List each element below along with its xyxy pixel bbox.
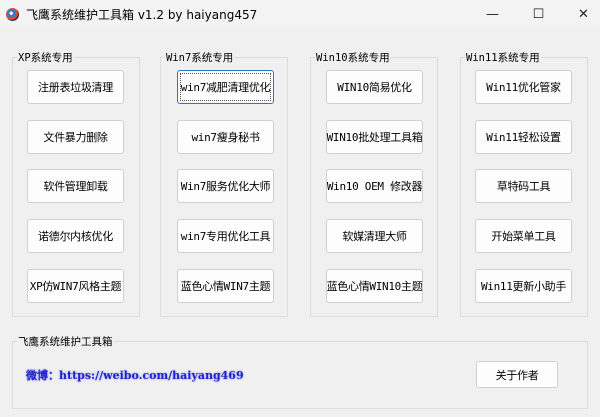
win10-tool-button[interactable]: WIN10简易优化 (326, 70, 423, 104)
minimize-button[interactable]: — (470, 0, 515, 28)
footer-group-label: 飞鹰系统维护工具箱 (17, 334, 114, 349)
win7-group-label: Win7系统专用 (165, 50, 235, 65)
xp-tool-button[interactable]: 软件管理卸载 (27, 169, 124, 204)
win7-tool-button[interactable]: win7瘦身秘书 (177, 119, 274, 154)
win11-tool-button[interactable]: Win11更新小助手 (475, 268, 572, 303)
close-button[interactable]: ✕ (561, 0, 600, 28)
xp-group-label: XP系统专用 (17, 50, 74, 65)
win10-tool-button[interactable]: WIN10批处理工具箱 (326, 119, 423, 154)
win11-tool-button[interactable]: Win11轻松设置 (475, 119, 572, 154)
win10-tool-button[interactable]: 软媒清理大师 (326, 219, 423, 254)
window-title: 飞鹰系统维护工具箱 v1.2 by haiyang457 (26, 7, 258, 22)
win10-tool-button[interactable]: Win10 OEM 修改器 (326, 169, 423, 204)
win10-tool-button[interactable]: 蓝色心情WIN10主题 (326, 268, 423, 303)
win7-tool-button[interactable]: 蓝色心情WIN7主题 (177, 268, 274, 303)
win7-tool-button[interactable]: win7专用优化工具 (177, 219, 274, 254)
weibo-link[interactable]: 微博：https://weibo.com/haiyang469 (26, 367, 244, 383)
win7-tool-button[interactable]: Win7服务优化大师 (177, 169, 274, 204)
win11-tool-button[interactable]: Win11优化管家 (475, 70, 572, 104)
app-icon (6, 7, 19, 21)
win7-tool-button[interactable]: win7减肥清理优化 (177, 70, 274, 104)
win11-tool-button[interactable]: 草特码工具 (475, 169, 572, 204)
win11-group-label: Win11系统专用 (465, 50, 541, 65)
xp-tool-button[interactable]: 文件暴力删除 (27, 119, 124, 154)
about-author-button[interactable]: 关于作者 (476, 361, 558, 388)
xp-tool-button[interactable]: 注册表垃圾清理 (27, 70, 124, 104)
xp-tool-button[interactable]: 诺德尔内核优化 (27, 219, 124, 254)
win11-tool-button[interactable]: 开始菜单工具 (475, 219, 572, 254)
title-bar: 飞鹰系统维护工具箱 v1.2 by haiyang457 — ☐ ✕ (0, 0, 600, 28)
maximize-button[interactable]: ☐ (516, 0, 561, 28)
xp-tool-button[interactable]: XP仿WIN7风格主题 (27, 268, 124, 303)
win10-group-label: Win10系统专用 (315, 50, 391, 65)
